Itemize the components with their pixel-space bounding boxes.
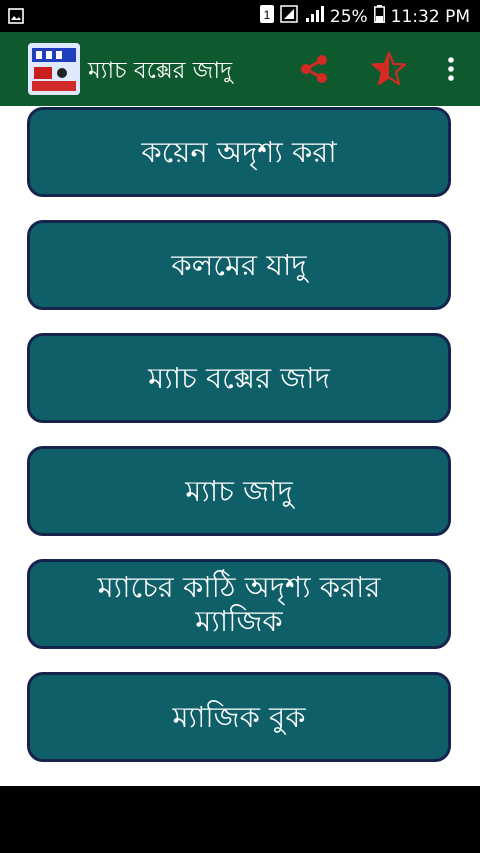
menu-button-label: কয়েন অদৃশ্য করা [141,135,337,169]
signal-bars-icon [304,5,324,29]
menu-button-label: ম্যাচ বক্সের জাদ [148,361,330,395]
more-vert-icon [448,57,454,81]
sim-icon: 1 [259,5,274,29]
share-button[interactable] [293,48,335,90]
menu-list: কয়েন অদৃশ্য করা কলমের যাদু ম্যাচ বক্সের… [0,106,480,786]
star-icon [371,51,407,86]
menu-button-pen-magic[interactable]: কলমের যাদু [27,220,451,310]
app-logo [28,43,80,95]
status-bar: 1 25% 11:32 PM [0,0,480,32]
menu-button-matchbox-magic[interactable]: ম্যাচ বক্সের জাদ [27,333,451,423]
menu-button-coin-vanish[interactable]: কয়েন অদৃশ্য করা [27,107,451,197]
rate-button[interactable] [368,48,410,90]
gallery-notification-icon [8,8,24,28]
menu-button-label: ম্যাচের কাঠি অদৃশ্য করার ম্যাজিক [97,570,381,638]
clock: 11:32 PM [390,7,470,27]
overflow-menu-button[interactable] [430,48,472,90]
menu-button-matchstick-vanish[interactable]: ম্যাচের কাঠি অদৃশ্য করার ম্যাজিক [27,559,451,649]
bottom-black-area [0,786,480,853]
menu-button-magic-book[interactable]: ম্যাজিক বুক [27,672,451,762]
menu-button-label: ম্যাজিক বুক [172,700,306,734]
app-title: ম্যাচ বক্সের জাদু [88,58,233,84]
share-icon [301,55,327,83]
menu-button-label: ম্যাচ জাদু [185,474,293,508]
battery-icon [373,5,385,29]
signal-box-icon [280,5,298,29]
battery-percent: 25% [329,7,368,27]
svg-text:1: 1 [264,8,271,22]
menu-button-match-magic[interactable]: ম্যাচ জাদু [27,446,451,536]
app-bar: ম্যাচ বক্সের জাদু [0,32,480,106]
menu-button-label: কলমের যাদু [171,248,307,282]
